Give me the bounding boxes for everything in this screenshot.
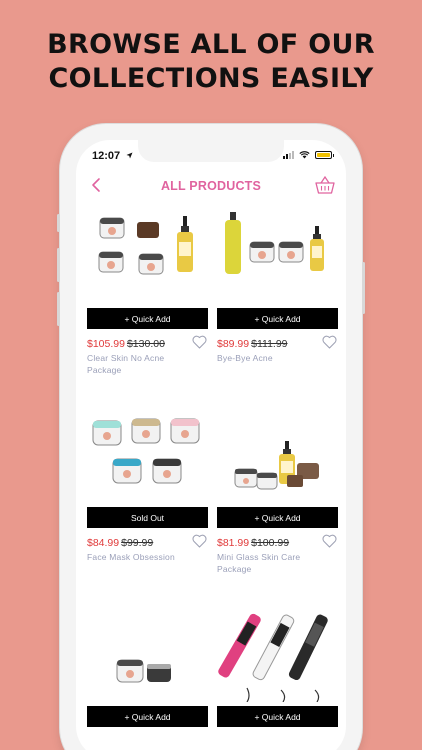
product-image[interactable] bbox=[217, 411, 338, 503]
quick-add-button[interactable]: + Quick Add bbox=[217, 507, 338, 528]
quick-add-button[interactable]: + Quick Add bbox=[217, 706, 338, 727]
price-row: $84.99 $99.99 bbox=[87, 537, 153, 549]
wifi-icon bbox=[299, 151, 310, 159]
phone-volume-down bbox=[57, 292, 60, 326]
quick-add-button[interactable]: + Quick Add bbox=[87, 706, 208, 727]
status-time: 12:07 bbox=[92, 150, 121, 162]
heart-icon[interactable] bbox=[322, 534, 337, 548]
app-screen: 12:07 ALL PRODUCTS + Quick Add $105.99 $… bbox=[76, 140, 346, 750]
status-indicators bbox=[283, 151, 334, 159]
price-row: $89.99 $111.99 bbox=[217, 338, 288, 350]
phone-power-button bbox=[362, 262, 365, 314]
product-image[interactable] bbox=[87, 411, 208, 503]
sale-price: $84.99 bbox=[87, 537, 120, 549]
product-name[interactable]: Face Mask Obsession bbox=[87, 551, 177, 563]
sale-price: $105.99 bbox=[87, 338, 125, 350]
phone-volume-up bbox=[57, 248, 60, 282]
sale-price: $89.99 bbox=[217, 338, 250, 350]
original-price: $100.99 bbox=[251, 537, 290, 549]
battery-icon bbox=[315, 151, 334, 159]
basket-icon[interactable] bbox=[314, 174, 336, 196]
original-price: $99.99 bbox=[121, 537, 154, 549]
page-title: ALL PRODUCTS bbox=[160, 179, 262, 193]
product-image[interactable] bbox=[217, 212, 338, 304]
heart-icon[interactable] bbox=[192, 335, 207, 349]
product-image[interactable] bbox=[87, 212, 208, 304]
product-image[interactable] bbox=[87, 610, 208, 702]
product-name[interactable]: Bye-Bye Acne bbox=[217, 352, 307, 364]
phone-notch bbox=[138, 140, 284, 162]
original-price: $130.00 bbox=[126, 338, 165, 350]
heart-icon[interactable] bbox=[192, 534, 207, 548]
heart-icon[interactable] bbox=[322, 335, 337, 349]
phone-mute-switch bbox=[57, 214, 60, 232]
product-image[interactable] bbox=[217, 610, 338, 702]
price-row: $81.99 $100.99 bbox=[217, 537, 289, 549]
quick-add-button[interactable]: + Quick Add bbox=[217, 308, 338, 329]
marketing-headline: BROWSE ALL OF OUR COLLECTIONS EASILY bbox=[0, 28, 422, 96]
original-price: $111.99 bbox=[251, 338, 288, 350]
price-row: $105.99 $130.00 bbox=[87, 338, 165, 350]
product-name[interactable]: Clear Skin No Acne Package bbox=[87, 352, 177, 376]
location-arrow-icon bbox=[126, 152, 133, 159]
product-name[interactable]: Mini Glass Skin Care Package bbox=[217, 551, 307, 575]
headline-line-1: BROWSE ALL OF OUR bbox=[47, 29, 375, 60]
sale-price: $81.99 bbox=[217, 537, 250, 549]
top-navigation-bar: ALL PRODUCTS bbox=[76, 174, 346, 198]
cellular-signal-icon bbox=[283, 151, 294, 159]
sold-out-button[interactable]: Sold Out bbox=[87, 507, 208, 528]
quick-add-button[interactable]: + Quick Add bbox=[87, 308, 208, 329]
headline-line-2: COLLECTIONS EASILY bbox=[48, 63, 374, 94]
